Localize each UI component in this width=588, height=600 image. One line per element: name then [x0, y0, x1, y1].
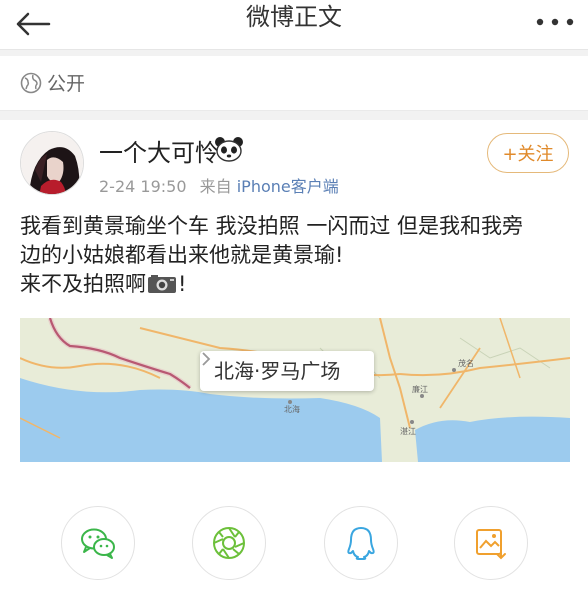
post-source[interactable]: iPhone客户端 [237, 177, 339, 196]
username[interactable]: 一个大可怜 [99, 133, 219, 168]
visibility-label: 公开 [47, 73, 86, 95]
more-button[interactable] [528, 2, 582, 42]
divider [0, 110, 588, 120]
globe-icon [20, 72, 42, 94]
map-label-lianjiang: 廉江 [412, 384, 428, 394]
share-qq-button[interactable] [324, 506, 398, 580]
map-label-beihai: 北海 [284, 404, 300, 414]
save-image-button[interactable] [454, 506, 528, 580]
share-bar [0, 498, 588, 588]
nav-bar: 微博正文 [0, 0, 588, 50]
wechat-icon [81, 528, 115, 559]
location-map[interactable]: 北海 廉江 茂名 湛江 北海·罗马广场 [20, 318, 570, 462]
camera-icon [148, 275, 176, 293]
map-label-maoming: 茂名 [458, 358, 474, 368]
location-label: 北海·罗马广场 [214, 359, 341, 383]
share-moments-button[interactable] [192, 506, 266, 580]
save-image-icon [476, 529, 506, 560]
post-line-text: 来不及拍照啊 [20, 272, 146, 296]
moments-icon [213, 527, 245, 559]
post-line: 我看到黄景瑜坐个车 我没拍照 一闪而过 但是我和我旁 [20, 214, 524, 238]
chevron-right-icon [202, 352, 211, 366]
panda-icon [215, 137, 243, 162]
post-time: 2-24 19:50 [99, 177, 187, 196]
more-dots-icon [536, 18, 574, 26]
location-chip[interactable]: 北海·罗马广场 [200, 351, 375, 391]
share-wechat-button[interactable] [61, 506, 135, 580]
page-title: 微博正文 [246, 3, 342, 31]
map-label-zhanjiang: 湛江 [400, 427, 416, 436]
avatar[interactable] [20, 131, 84, 195]
avatar-image [21, 132, 83, 194]
post-meta: 2-24 19:50 来自 iPhone客户端 [99, 173, 339, 197]
post-body: 我看到黄景瑜坐个车 我没拍照 一闪而过 但是我和我旁 边的小姑娘都看出来他就是黄… [20, 212, 580, 299]
follow-button[interactable]: +关注 [487, 133, 569, 173]
post-line: 边的小姑娘都看出来他就是黄景瑜! [20, 243, 344, 267]
qq-icon [347, 527, 375, 560]
post-line-text: ! [178, 272, 187, 296]
post-line: 来不及拍照啊 ! [20, 270, 580, 299]
source-prefix: 来自 [199, 177, 232, 196]
visibility-row: 公开 [0, 56, 588, 110]
